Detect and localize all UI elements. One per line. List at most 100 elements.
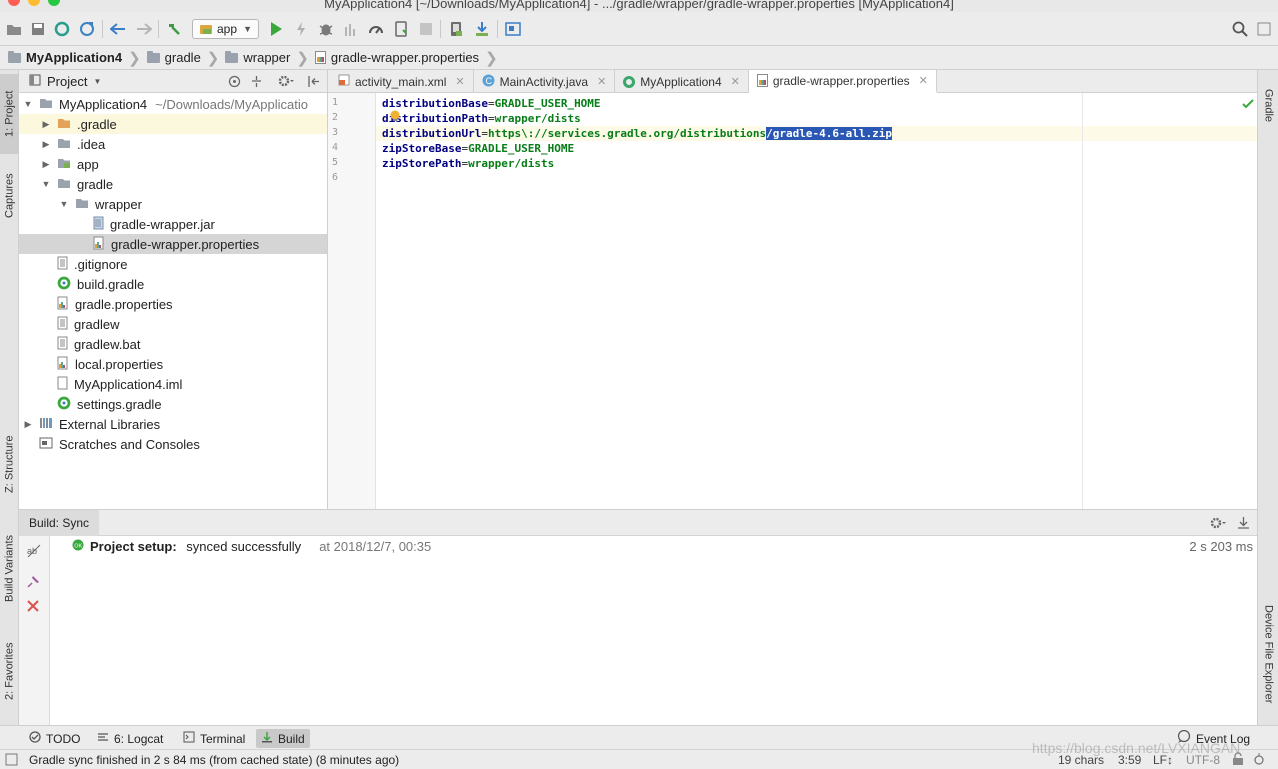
expanded-arrow-icon[interactable]: ▼ <box>41 179 51 189</box>
tree-item[interactable]: Scratches and Consoles <box>19 434 327 454</box>
line-separator-select[interactable]: LF↕ <box>1153 753 1173 767</box>
tree-item[interactable]: settings.gradle <box>19 394 327 414</box>
tree-item[interactable]: local.properties <box>19 354 327 374</box>
tree-item[interactable]: MyApplication4.iml <box>19 374 327 394</box>
tree-item[interactable]: build.gradle <box>19 274 327 294</box>
close-tab-icon[interactable]: ✕ <box>597 75 606 88</box>
tree-item[interactable]: gradlew <box>19 314 327 334</box>
gear-icon[interactable] <box>1209 516 1227 533</box>
breadcrumb-item-gradle[interactable]: gradle <box>146 50 207 65</box>
forward-icon[interactable] <box>136 21 152 37</box>
collapsed-arrow-icon[interactable]: ▶ <box>41 119 51 130</box>
tab-structure[interactable]: Z: Structure <box>0 422 19 506</box>
chevron-down-icon[interactable]: ▼ <box>93 77 101 86</box>
hammer-icon[interactable] <box>166 21 182 37</box>
run-configuration-select[interactable]: app ▼ <box>192 19 259 39</box>
tab-favorites[interactable]: 2: Favorites <box>0 630 19 712</box>
tab-gradle-wrapper-properties[interactable]: gradle-wrapper.properties ✕ <box>748 70 937 93</box>
tab-captures[interactable]: Captures <box>0 162 19 230</box>
lock-icon[interactable] <box>1232 752 1244 769</box>
tab-label: gradle-wrapper.properties <box>772 73 910 88</box>
tab-gradle[interactable]: Gradle <box>1259 76 1278 136</box>
collapsed-arrow-icon[interactable]: ▶ <box>41 159 51 170</box>
tree-item[interactable]: gradle.properties <box>19 294 327 314</box>
close-icon[interactable] <box>27 600 39 615</box>
tab-terminal[interactable]: Terminal <box>178 729 250 748</box>
tree-item[interactable]: gradle-wrapper.properties <box>19 234 327 254</box>
tree-item[interactable]: .gitignore <box>19 254 327 274</box>
hide-panel-icon[interactable] <box>307 75 320 91</box>
tree-item[interactable]: ▼ gradle <box>19 174 327 194</box>
open-icon[interactable] <box>6 21 22 37</box>
intention-bulb-icon[interactable] <box>389 110 401 125</box>
tab-build[interactable]: Build <box>256 729 310 748</box>
apply-changes-icon[interactable] <box>293 21 309 37</box>
selected-text: /gradle-4.6-all.zip <box>766 127 892 140</box>
back-icon[interactable] <box>110 21 126 37</box>
inspector-icon[interactable] <box>1252 752 1266 769</box>
collapsed-arrow-icon[interactable]: ▶ <box>23 419 33 430</box>
tree-item[interactable]: ▶ .idea <box>19 134 327 154</box>
expanded-arrow-icon[interactable]: ▼ <box>59 199 69 209</box>
tool-window-toggle-icon[interactable] <box>5 753 18 769</box>
locate-icon[interactable] <box>228 75 241 91</box>
tab-main-activity-java[interactable]: C MainActivity.java ✕ <box>474 70 616 93</box>
save-icon[interactable] <box>30 21 46 37</box>
tab-build-variants[interactable]: Build Variants <box>0 522 19 614</box>
tab-activity-main-xml[interactable]: activity_main.xml ✕ <box>328 70 474 93</box>
tab-logcat[interactable]: 6: Logcat <box>92 729 168 748</box>
attach-icon[interactable] <box>368 21 384 37</box>
search-icon[interactable] <box>1232 21 1248 37</box>
pin-icon[interactable] <box>27 574 41 591</box>
collapsed-arrow-icon[interactable]: ▶ <box>41 139 51 150</box>
project-view-select[interactable]: Project <box>47 74 87 89</box>
close-tab-icon[interactable]: ✕ <box>731 75 740 88</box>
build-timestamp: at 2018/12/7, 00:35 <box>319 539 432 554</box>
close-tab-icon[interactable]: ✕ <box>455 75 464 88</box>
caret-position[interactable]: 3:59 <box>1118 753 1141 767</box>
encoding-select[interactable]: UTF-8 <box>1186 753 1220 767</box>
code-line: distributionPath=wrapper/dists <box>382 111 581 126</box>
avd-manager-icon[interactable] <box>448 21 464 37</box>
breadcrumb-item-file[interactable]: gradle-wrapper.properties <box>314 50 485 65</box>
build-result-row[interactable]: OK Project setup: synced successfully at… <box>72 539 431 554</box>
device-icon[interactable] <box>393 21 409 37</box>
tab-device-file-explorer[interactable]: Device File Explorer <box>1259 594 1278 714</box>
collapse-all-icon[interactable] <box>250 75 263 91</box>
tab-project[interactable]: 1: Project <box>0 74 19 154</box>
gear-icon[interactable] <box>278 74 294 91</box>
properties-icon <box>93 236 105 253</box>
tree-item[interactable]: ▶ app <box>19 154 327 174</box>
tree-item[interactable]: ▼ MyApplication4 ~/Downloads/MyApplicatio <box>19 94 327 114</box>
tab-build-sync[interactable]: Build: Sync <box>19 509 100 536</box>
tree-item[interactable]: ▶ .gradle <box>19 114 327 134</box>
tree-item[interactable]: ▶ External Libraries <box>19 414 327 434</box>
more-icon[interactable] <box>1256 21 1272 37</box>
run-icon[interactable] <box>268 21 284 37</box>
profile-icon[interactable] <box>343 21 359 37</box>
breadcrumb-item-wrapper[interactable]: wrapper <box>225 50 296 65</box>
refresh-icon[interactable] <box>79 21 95 37</box>
tree-item-label: MyApplication4 <box>59 96 148 112</box>
tab-myapplication4-gradle[interactable]: MyApplication4 ✕ <box>615 70 749 93</box>
debug-icon[interactable] <box>318 21 334 37</box>
hide-panel-icon[interactable] <box>1237 516 1250 532</box>
code-editor[interactable]: 1 2 3 4 5 6 distributionBase=GRADLE_USER… <box>328 93 1257 509</box>
tree-item-label: gradle.properties <box>75 296 173 312</box>
toggle-view-icon[interactable]: ab <box>27 544 42 561</box>
tree-item[interactable]: ▼ wrapper <box>19 194 327 214</box>
tree-item-label: app <box>77 156 99 172</box>
stop-icon[interactable] <box>418 21 434 37</box>
gradle-file-icon <box>623 75 636 88</box>
breadcrumb-item-project[interactable]: MyApplication4 <box>8 50 128 65</box>
expanded-arrow-icon[interactable]: ▼ <box>23 99 33 109</box>
sdk-manager-icon[interactable] <box>474 21 490 37</box>
sync-icon[interactable] <box>54 21 70 37</box>
tree-item-label: settings.gradle <box>77 396 162 412</box>
layout-inspector-icon[interactable] <box>505 21 521 37</box>
tree-item[interactable]: gradlew.bat <box>19 334 327 354</box>
tree-item[interactable]: gradle-wrapper.jar <box>19 214 327 234</box>
tab-todo[interactable]: TODO <box>24 729 85 748</box>
close-tab-icon[interactable]: ✕ <box>919 74 928 87</box>
status-message[interactable]: Gradle sync finished in 2 s 84 ms (from … <box>29 753 399 767</box>
